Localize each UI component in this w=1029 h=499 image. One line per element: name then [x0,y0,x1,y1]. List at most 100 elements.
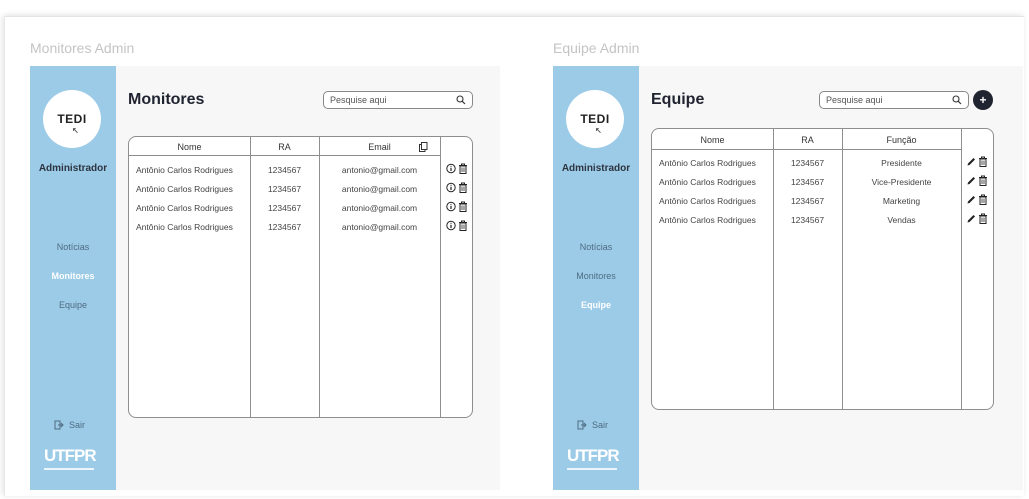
header-divider [652,149,961,150]
cell-ra: 1234567 [267,203,302,213]
column-header-ra[interactable]: RA [250,142,319,152]
cell-nome: Antônio Carlos Rodrigues [659,215,756,225]
column-divider [440,137,441,417]
cell-email: antonio@gmail.com [341,165,418,175]
header-divider [129,155,440,156]
info-icon[interactable] [446,182,456,193]
column-header-nome[interactable]: Nome [129,142,250,152]
cell-nome: Antônio Carlos Rodrigues [136,222,233,232]
logo-text: TEDI [580,112,610,126]
brand-mark: UTFPR [567,446,627,466]
sidebar: TEDI ↖ Administrador Notícias Monitores … [30,66,116,490]
cell-ra: 1234567 [790,158,825,168]
role-label: Administrador [561,163,631,174]
logout-button[interactable]: Sair [577,420,608,430]
cell-funcao: Vice-Presidente [871,177,932,187]
page-title: Monitores [128,91,205,108]
nav-noticias[interactable]: Notícias [553,242,639,252]
cell-nome: Antônio Carlos Rodrigues [136,165,233,175]
trash-icon[interactable] [458,163,468,174]
brand-mark: UTFPR [44,446,104,466]
logout-label: Sair [592,420,609,430]
column-header-ra[interactable]: RA [773,135,842,145]
row-actions [966,156,988,167]
row-actions [446,182,468,193]
board-title-monitores: Monitores Admin [30,40,135,56]
utfpr-logo: UTFPR [44,446,104,474]
cursor-icon: ↖ [72,126,80,135]
cell-ra: 1234567 [267,222,302,232]
row-actions [966,194,988,205]
search-placeholder: Pesquise aqui [826,95,883,105]
column-divider [319,137,320,417]
brand-underline [567,468,617,470]
nav-noticias[interactable]: Notícias [30,242,116,252]
cell-nome: Antônio Carlos Rodrigues [659,196,756,206]
search-icon[interactable] [456,95,466,105]
cell-nome: Antônio Carlos Rodrigues [136,203,233,213]
trash-icon[interactable] [978,213,988,224]
logout-label: Sair [69,420,86,430]
row-actions [446,163,468,174]
brand-text: UTFPR [567,446,620,465]
cell-ra: 1234567 [267,184,302,194]
pencil-icon[interactable] [966,156,976,167]
cell-email: antonio@gmail.com [341,222,418,232]
logo-text: TEDI [57,112,87,126]
column-header-nome[interactable]: Nome [652,135,773,145]
trash-icon[interactable] [978,194,988,205]
nav-monitores[interactable]: Monitores [30,271,116,281]
column-divider [961,129,962,409]
utfpr-logo: UTFPR [567,446,627,474]
nav-equipe[interactable]: Equipe [30,300,116,310]
row-actions [966,213,988,224]
cell-nome: Antônio Carlos Rodrigues [136,184,233,194]
cell-funcao: Vendas [887,215,916,225]
cell-email: antonio@gmail.com [341,203,418,213]
search-input[interactable]: Pesquise aqui [819,91,969,109]
trash-icon[interactable] [458,201,468,212]
cell-funcao: Marketing [882,196,921,206]
equipe-table: Nome RA Função Antônio Carlos Rodrigues … [651,128,994,410]
search-icon[interactable] [952,95,962,105]
search-input[interactable]: Pesquise aqui [323,91,473,109]
brand-text: UTFPR [44,446,97,465]
cell-ra: 1234567 [790,196,825,206]
nav-monitores[interactable]: Monitores [553,271,639,281]
board-title-equipe: Equipe Admin [553,40,640,56]
nav-equipe[interactable]: Equipe [553,300,639,310]
cursor-icon: ↖ [595,126,603,135]
row-actions [966,175,988,186]
column-divider [773,129,774,409]
cell-ra: 1234567 [790,215,825,225]
trash-icon[interactable] [458,182,468,193]
page-title: Equipe [651,91,705,108]
cell-ra: 1234567 [267,165,302,175]
pencil-icon[interactable] [966,194,976,205]
column-header-email[interactable]: Email [319,142,440,152]
trash-icon[interactable] [978,175,988,186]
info-icon[interactable] [446,220,456,231]
monitores-screen: TEDI ↖ Administrador Notícias Monitores … [30,66,500,490]
info-icon[interactable] [446,201,456,212]
logout-button[interactable]: Sair [54,420,85,430]
column-divider [842,129,843,409]
cell-funcao: Presidente [881,158,922,168]
column-header-funcao[interactable]: Função [842,135,961,145]
cell-email: antonio@gmail.com [341,184,418,194]
copy-icon[interactable] [419,142,428,152]
pencil-icon[interactable] [966,213,976,224]
row-actions [446,201,468,212]
pencil-icon[interactable] [966,175,976,186]
cell-nome: Antônio Carlos Rodrigues [659,177,756,187]
monitores-table: Nome RA Email Antônio Carlos Rodrigues 1… [128,136,473,418]
trash-icon[interactable] [458,220,468,231]
tedi-logo[interactable]: TEDI ↖ [43,90,101,148]
add-member-button[interactable]: + [973,90,993,110]
role-label: Administrador [38,163,108,174]
brand-underline [44,468,94,470]
info-icon[interactable] [446,163,456,174]
tedi-logo[interactable]: TEDI ↖ [566,90,624,148]
trash-icon[interactable] [978,156,988,167]
equipe-screen: TEDI ↖ Administrador Notícias Monitores … [553,66,1023,490]
